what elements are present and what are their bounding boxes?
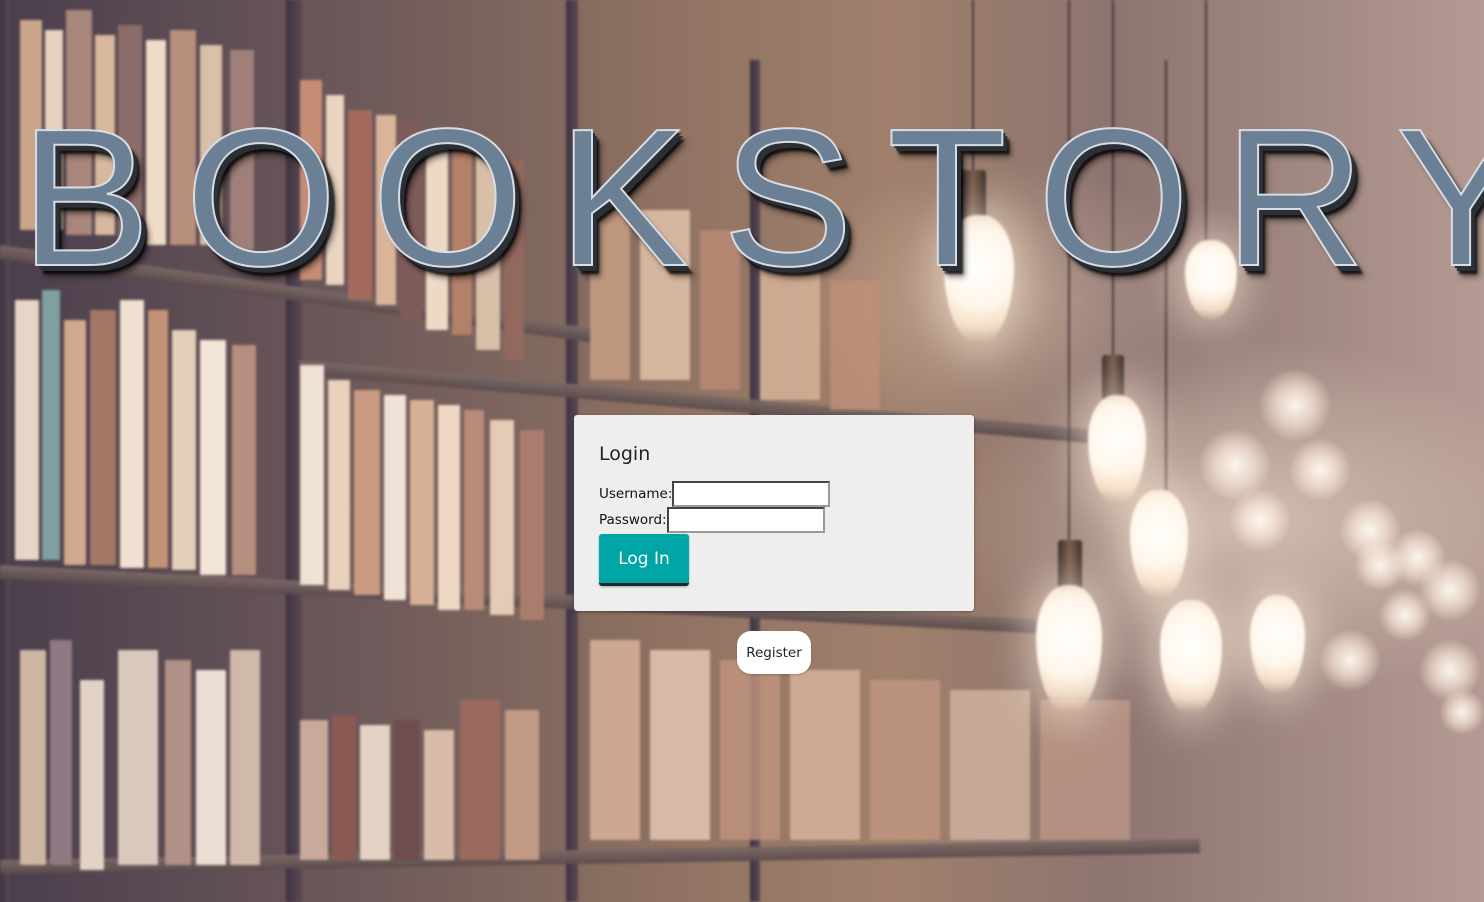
login-button[interactable]: Log In bbox=[599, 534, 689, 586]
login-form: Login Username: Password: Log In bbox=[574, 415, 974, 611]
register-button[interactable]: Register bbox=[737, 631, 811, 674]
login-heading: Login bbox=[599, 443, 651, 465]
username-input[interactable] bbox=[672, 481, 831, 507]
login-page: BOOKSTORY Login Username: Password: Log … bbox=[0, 0, 1484, 902]
site-title: BOOKSTORY bbox=[19, 88, 1484, 307]
password-row: Password: bbox=[599, 507, 949, 533]
username-row: Username: bbox=[599, 481, 949, 507]
username-label: Username: bbox=[599, 486, 673, 502]
password-label: Password: bbox=[599, 512, 667, 528]
password-input[interactable] bbox=[666, 507, 825, 533]
